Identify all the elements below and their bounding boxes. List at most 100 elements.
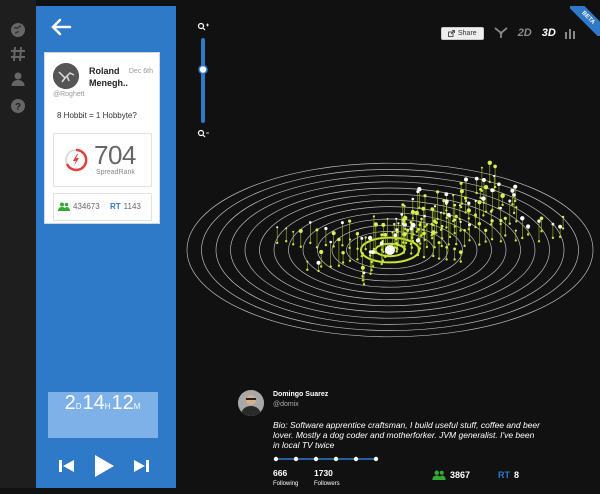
graph-node bbox=[285, 240, 288, 243]
graph-node bbox=[400, 213, 403, 216]
graph-node bbox=[425, 245, 429, 249]
fast-forward-icon[interactable] bbox=[132, 458, 150, 474]
graph-node bbox=[513, 184, 518, 189]
following-stat[interactable]: 666 Following bbox=[273, 468, 298, 487]
user-profile: Domingo Suarez @domix Bio: Software appr… bbox=[236, 386, 600, 494]
graph-node bbox=[422, 255, 426, 259]
graph-node bbox=[364, 247, 367, 251]
spread-visualization[interactable]: Share 2D 3D BETA Domingo Suarez @domix B… bbox=[176, 6, 600, 488]
spread-rank-label: SpreadRank bbox=[96, 169, 135, 176]
graph-node bbox=[356, 247, 359, 250]
hashtag-icon[interactable] bbox=[9, 45, 27, 63]
graph-node bbox=[403, 204, 406, 207]
graph-node bbox=[410, 246, 414, 249]
graph-node bbox=[445, 202, 448, 205]
profile-name[interactable]: Domingo Suarez bbox=[273, 391, 328, 398]
graph-node bbox=[442, 212, 446, 215]
graph-node bbox=[475, 191, 478, 195]
following-count: 666 bbox=[273, 468, 288, 478]
timeline-scrubber[interactable] bbox=[273, 454, 379, 464]
graph-node bbox=[459, 229, 462, 232]
graph-node bbox=[360, 265, 365, 270]
users-icon bbox=[58, 202, 70, 211]
graph-node bbox=[395, 230, 399, 233]
graph-node bbox=[453, 218, 457, 222]
mode-3d-button[interactable]: 3D bbox=[542, 27, 556, 39]
profile-handle[interactable]: @domix bbox=[273, 401, 299, 408]
network-icon[interactable] bbox=[494, 27, 508, 39]
spread-graph[interactable] bbox=[176, 106, 600, 386]
graph-node bbox=[362, 283, 366, 286]
share-icon bbox=[448, 29, 455, 37]
play-icon[interactable] bbox=[93, 454, 115, 478]
zoom-handle[interactable] bbox=[198, 64, 208, 75]
user-name[interactable]: Roland Menegh.. bbox=[89, 65, 131, 89]
graph-node bbox=[309, 221, 312, 224]
graph-node bbox=[373, 222, 378, 227]
profile-avatar[interactable] bbox=[238, 390, 264, 416]
graph-node bbox=[463, 244, 466, 248]
graph-node bbox=[337, 237, 341, 242]
spread-rank-value: 704 bbox=[94, 140, 136, 170]
share-button[interactable]: Share bbox=[441, 26, 484, 40]
profile-followers-count: 1730 bbox=[314, 468, 333, 478]
svg-text:?: ? bbox=[15, 102, 21, 113]
graph-node bbox=[460, 202, 464, 205]
graph-node bbox=[403, 215, 408, 221]
graph-node bbox=[468, 223, 471, 227]
graph-node bbox=[361, 275, 364, 278]
help-icon[interactable]: ? bbox=[9, 97, 27, 115]
graph-node bbox=[481, 178, 486, 182]
graph-node bbox=[395, 217, 398, 220]
graph-node bbox=[341, 244, 344, 247]
graph-node bbox=[455, 242, 458, 246]
graph-node bbox=[490, 223, 493, 226]
rewind-icon[interactable] bbox=[58, 458, 76, 474]
graph-node bbox=[445, 216, 448, 220]
graph-node bbox=[444, 192, 449, 197]
graph-node bbox=[436, 190, 440, 194]
avatar[interactable] bbox=[53, 63, 79, 89]
graph-node bbox=[453, 225, 456, 228]
graph-node bbox=[537, 240, 541, 243]
timer-minutes: 12 bbox=[111, 392, 134, 414]
graph-node bbox=[372, 215, 375, 218]
graph-node bbox=[551, 236, 555, 239]
graph-node bbox=[484, 240, 487, 243]
graph-node bbox=[436, 217, 439, 221]
graph-node bbox=[510, 188, 515, 193]
graph-node bbox=[418, 223, 422, 227]
followers-stat-profile[interactable]: 1730 Followers bbox=[314, 468, 340, 487]
graph-node bbox=[383, 232, 388, 237]
graph-node bbox=[309, 241, 312, 245]
graph-node bbox=[361, 252, 364, 255]
graph-node bbox=[337, 264, 341, 267]
tweet-text: 8 Hobbit = 1 Hobbyte? bbox=[57, 111, 137, 120]
graph-node bbox=[417, 228, 420, 231]
graph-node bbox=[430, 222, 433, 226]
graph-node bbox=[410, 223, 414, 226]
graph-node bbox=[415, 238, 420, 243]
graph-node bbox=[508, 199, 512, 203]
graph-node bbox=[419, 242, 422, 245]
graph-node bbox=[418, 206, 421, 209]
graph-node bbox=[298, 229, 303, 233]
followers-stat: 434673 bbox=[58, 202, 100, 211]
graph-node bbox=[493, 174, 496, 178]
zoom-in-icon[interactable] bbox=[197, 22, 210, 31]
graph-node bbox=[402, 251, 405, 254]
graph-node bbox=[409, 227, 413, 231]
graph-node bbox=[420, 234, 423, 237]
retweet-count: 1143 bbox=[123, 202, 141, 211]
globe-icon[interactable] bbox=[9, 21, 27, 39]
root-node[interactable] bbox=[385, 245, 395, 255]
share-label: Share bbox=[458, 29, 477, 37]
mode-2d-button[interactable]: 2D bbox=[518, 27, 532, 39]
user-icon[interactable] bbox=[9, 70, 27, 88]
back-arrow-icon[interactable] bbox=[50, 18, 72, 41]
user-handle[interactable]: @Roghett bbox=[53, 91, 85, 98]
graph-node bbox=[463, 177, 469, 182]
graph-node bbox=[404, 241, 408, 245]
tweet-card[interactable]: Roland Menegh.. Dec 6th @Roghett 8 Hobbi… bbox=[44, 52, 160, 224]
graph-node bbox=[514, 199, 517, 203]
